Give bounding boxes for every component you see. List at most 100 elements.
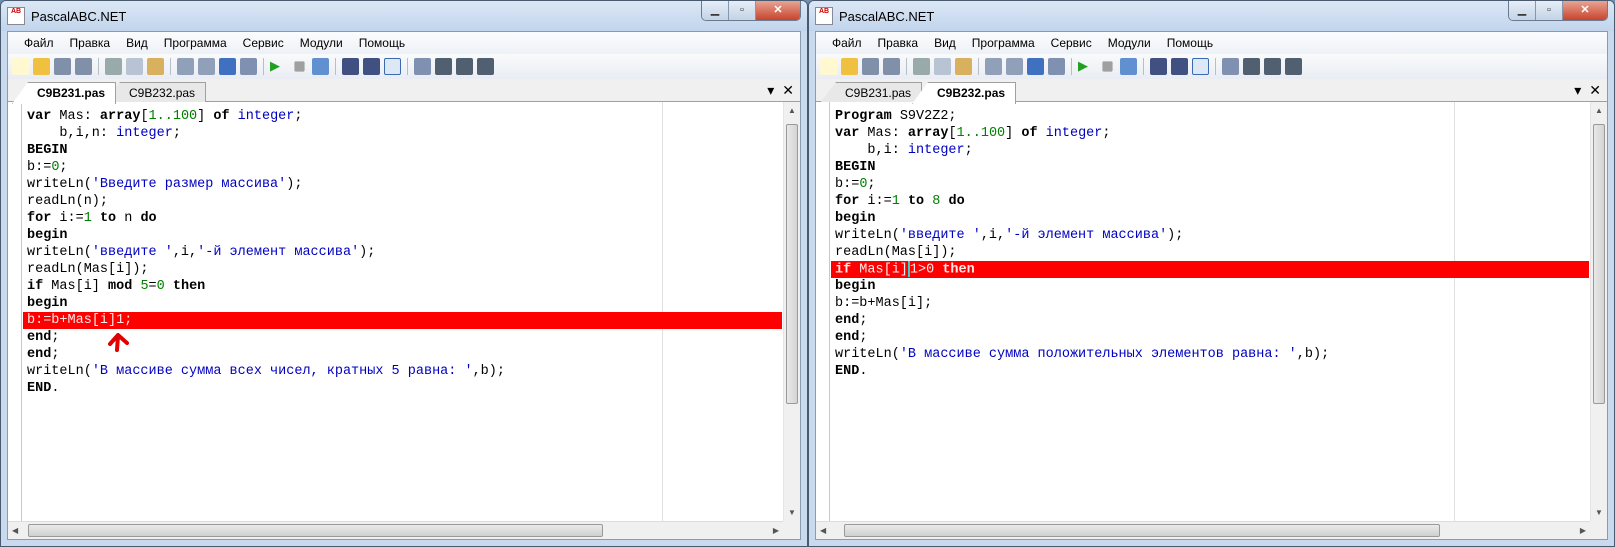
scroll-up-arrow-icon[interactable]: ▲ xyxy=(784,106,800,115)
minimize-button[interactable]: ▁ xyxy=(1509,1,1536,20)
vertical-scrollbar[interactable]: ▲ ▼ xyxy=(1590,102,1607,521)
tab-c9b231-pas[interactable]: C9B231.pas xyxy=(12,82,117,104)
menu-item[interactable]: Программа xyxy=(964,36,1043,50)
stop-icon[interactable] xyxy=(1102,61,1113,72)
menu-item[interactable]: Вид xyxy=(926,36,964,50)
code-line[interactable]: b:=0; xyxy=(23,159,782,176)
menu-item[interactable]: Вид xyxy=(118,36,156,50)
code-line[interactable]: end; xyxy=(23,329,782,346)
debug-r-icon[interactable] xyxy=(1285,58,1302,75)
code-line[interactable]: END. xyxy=(831,363,1589,380)
code-line[interactable]: end; xyxy=(23,346,782,363)
new-file-icon[interactable] xyxy=(820,58,837,75)
horizontal-scroll-thumb[interactable] xyxy=(844,524,1440,537)
scroll-left-arrow-icon[interactable]: ◀ xyxy=(820,526,826,535)
menu-item[interactable]: Файл xyxy=(824,36,870,50)
step-into-icon[interactable] xyxy=(1150,58,1167,75)
vertical-scrollbar[interactable]: ▲ ▼ xyxy=(783,102,800,521)
code-line[interactable]: for i:=1 to 8 do xyxy=(831,193,1589,210)
form-icon[interactable] xyxy=(414,58,431,75)
paste-icon[interactable] xyxy=(147,58,164,75)
code-line[interactable]: b,i,n: integer; xyxy=(23,125,782,142)
redo-icon[interactable] xyxy=(1006,58,1023,75)
code-editor[interactable]: Program S9V2Z2; var Mas: array[1..100] of… xyxy=(816,102,1607,521)
close-tab-icon[interactable]: ✕ xyxy=(1589,82,1601,99)
code-line[interactable]: for i:=1 to n do xyxy=(23,210,782,227)
code-line[interactable]: Program S9V2Z2; xyxy=(831,108,1589,125)
code-line[interactable]: b:=b+Mas[i]; xyxy=(831,295,1589,312)
save-icon[interactable] xyxy=(54,58,71,75)
code-line[interactable]: writeLn('Введите размер массива'); xyxy=(23,176,782,193)
copy-icon[interactable] xyxy=(126,58,143,75)
scroll-left-arrow-icon[interactable]: ◀ xyxy=(12,526,18,535)
code-line[interactable]: begin xyxy=(23,295,782,312)
code-editor[interactable]: var Mas: array[1..100] of integer; b,i,n… xyxy=(8,102,800,521)
vertical-scroll-thumb[interactable] xyxy=(1593,124,1605,404)
code-line[interactable]: var Mas: array[1..100] of integer; xyxy=(831,125,1589,142)
code-line[interactable]: begin xyxy=(23,227,782,244)
tab-c9b231-pas[interactable]: C9B231.pas xyxy=(820,82,923,103)
cut-icon[interactable] xyxy=(913,58,930,75)
error-line[interactable]: if Mas[i] 1>0 then xyxy=(831,261,1589,278)
code-line[interactable]: end; xyxy=(831,312,1589,329)
undo-icon[interactable] xyxy=(177,58,194,75)
code-line[interactable]: writeLn('В массиве сумма положительных э… xyxy=(831,346,1589,363)
close-button[interactable]: ✕ xyxy=(756,1,800,20)
cut-icon[interactable] xyxy=(105,58,122,75)
undo-icon[interactable] xyxy=(985,58,1002,75)
stop-icon[interactable] xyxy=(294,61,305,72)
code-line[interactable]: b,i: integer; xyxy=(831,142,1589,159)
debug-l-icon[interactable] xyxy=(456,58,473,75)
tab-list-dropdown-icon[interactable]: ▾ xyxy=(1574,82,1581,99)
compile-icon[interactable] xyxy=(1120,58,1137,75)
menu-item[interactable]: Помощь xyxy=(351,36,413,50)
save-all-icon[interactable] xyxy=(75,58,92,75)
menu-item[interactable]: Программа xyxy=(156,36,235,50)
unindent-icon[interactable] xyxy=(1048,58,1065,75)
output-window-icon[interactable] xyxy=(1192,58,1209,75)
menu-item[interactable]: Сервис xyxy=(1043,36,1100,50)
menu-item[interactable]: Правка xyxy=(870,36,927,50)
open-icon[interactable] xyxy=(33,58,50,75)
output-window-icon[interactable] xyxy=(384,58,401,75)
save-all-icon[interactable] xyxy=(883,58,900,75)
save-icon[interactable] xyxy=(862,58,879,75)
form-icon[interactable] xyxy=(1222,58,1239,75)
debug-d-icon[interactable] xyxy=(435,58,452,75)
copy-icon[interactable] xyxy=(934,58,951,75)
code-line[interactable]: readLn(Mas[i]); xyxy=(831,244,1589,261)
indent-icon[interactable] xyxy=(1027,58,1044,75)
code-line[interactable]: b:=0; xyxy=(831,176,1589,193)
vertical-scroll-thumb[interactable] xyxy=(786,124,798,404)
redo-icon[interactable] xyxy=(198,58,215,75)
menu-item[interactable]: Модули xyxy=(1100,36,1159,50)
scroll-up-arrow-icon[interactable]: ▲ xyxy=(1591,106,1607,115)
scroll-right-arrow-icon[interactable]: ▶ xyxy=(773,526,779,535)
menu-item[interactable]: Файл xyxy=(16,36,62,50)
code-line[interactable]: if Mas[i] mod 5=0 then xyxy=(23,278,782,295)
new-file-icon[interactable] xyxy=(12,58,29,75)
tab-c9b232-pas[interactable]: C9B232.pas xyxy=(104,82,207,103)
code-line[interactable]: readLn(Mas[i]); xyxy=(23,261,782,278)
code-line[interactable]: begin xyxy=(831,278,1589,295)
tab-list-dropdown-icon[interactable]: ▾ xyxy=(767,82,774,99)
code-line[interactable]: var Mas: array[1..100] of integer; xyxy=(23,108,782,125)
scroll-right-arrow-icon[interactable]: ▶ xyxy=(1580,526,1586,535)
debug-r-icon[interactable] xyxy=(477,58,494,75)
scroll-down-arrow-icon[interactable]: ▼ xyxy=(784,508,800,517)
open-icon[interactable] xyxy=(841,58,858,75)
code-line[interactable]: begin xyxy=(831,210,1589,227)
tab-c9b232-pas[interactable]: C9B232.pas xyxy=(912,82,1017,104)
close-button[interactable]: ✕ xyxy=(1563,1,1607,20)
run-icon[interactable]: ▶ xyxy=(1078,58,1095,75)
scroll-down-arrow-icon[interactable]: ▼ xyxy=(1591,508,1607,517)
paste-icon[interactable] xyxy=(955,58,972,75)
menu-item[interactable]: Правка xyxy=(62,36,119,50)
error-line[interactable]: b:=b+Mas[i]1; xyxy=(23,312,782,329)
close-tab-icon[interactable]: ✕ xyxy=(782,82,794,99)
code-line[interactable]: readLn(n); xyxy=(23,193,782,210)
step-over-icon[interactable] xyxy=(363,58,380,75)
debug-d-icon[interactable] xyxy=(1243,58,1260,75)
code-line[interactable]: writeLn('введите ',i,'-й элемент массива… xyxy=(23,244,782,261)
maximize-button[interactable]: ▫ xyxy=(729,1,756,20)
